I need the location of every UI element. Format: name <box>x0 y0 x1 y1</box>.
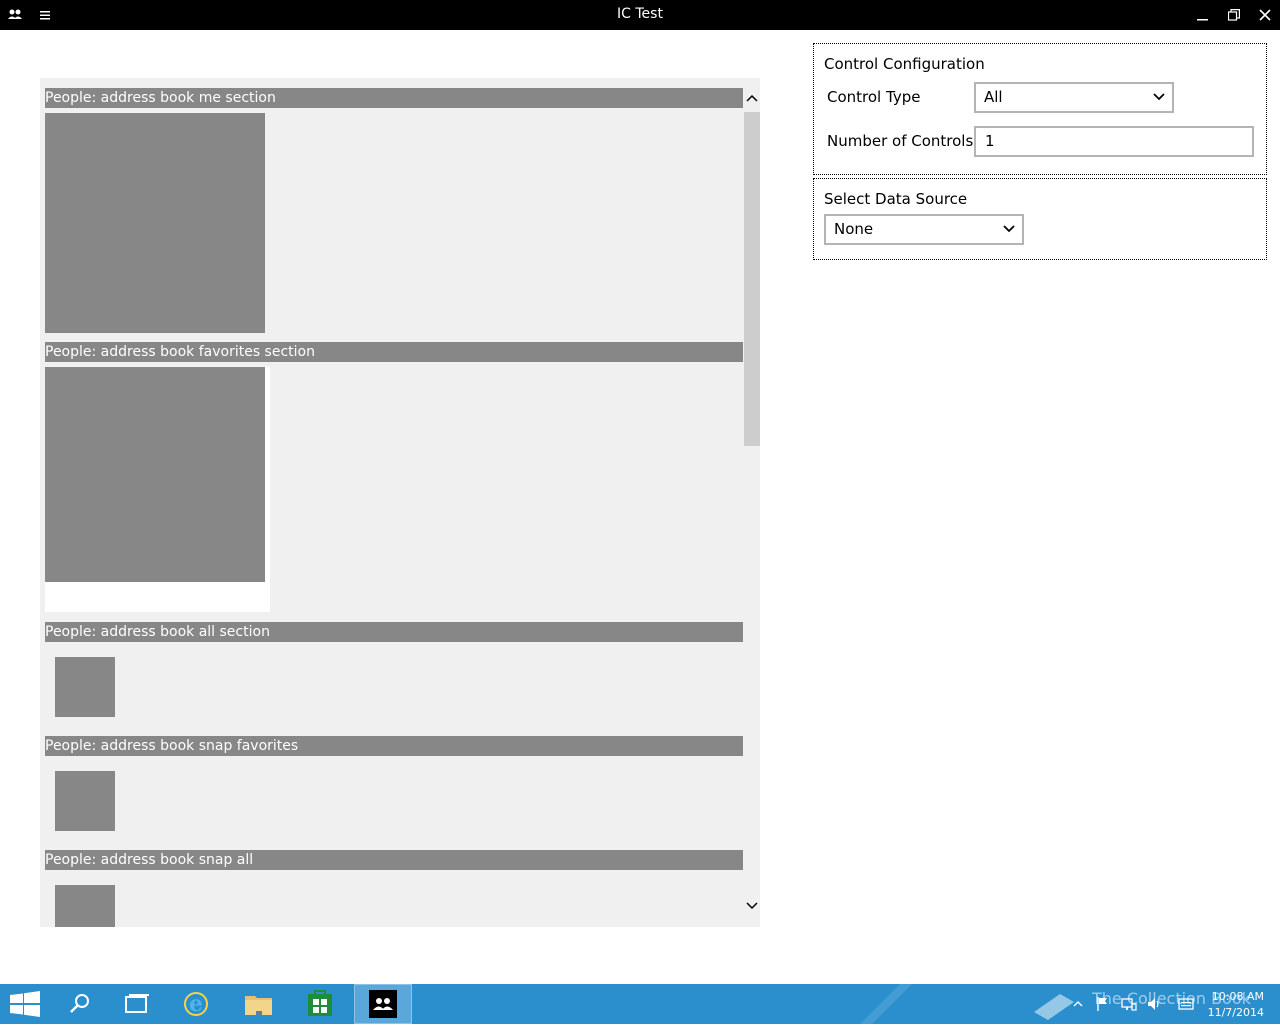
number-of-controls-input[interactable]: 1 <box>974 126 1254 157</box>
section-header-favorites: People: address book favorites section <box>45 342 743 362</box>
start-button[interactable] <box>0 984 56 1024</box>
people-app-taskbar-button[interactable] <box>354 984 412 1024</box>
section-header-label: People: address book snap all <box>45 852 254 868</box>
panel-title: Control Configuration <box>824 55 985 73</box>
section-header-label: People: address book snap favorites <box>45 738 299 754</box>
close-button[interactable] <box>1253 4 1277 26</box>
clock-time[interactable]: 10:08 AM <box>1200 990 1264 1003</box>
windows-logo-icon <box>10 991 40 1017</box>
chevron-down-icon <box>1003 225 1015 233</box>
chevron-down-icon <box>1153 93 1165 101</box>
minimize-button[interactable] <box>1191 4 1215 26</box>
tray-expand-icon[interactable] <box>1072 1000 1084 1008</box>
data-source-value: None <box>834 220 874 238</box>
internet-explorer-button[interactable]: e <box>168 984 224 1024</box>
number-of-controls-value: 1 <box>985 132 995 150</box>
contact-tile[interactable] <box>45 367 265 582</box>
network-icon[interactable] <box>1120 996 1138 1012</box>
people-app-icon <box>369 990 397 1018</box>
section-header-snap-favorites: People: address book snap favorites <box>45 736 754 756</box>
taskbar: e The Collection Book 10:08 AM 11/7/2014 <box>0 984 1280 1024</box>
window-title: IC Test <box>617 6 663 22</box>
panel-title: Select Data Source <box>824 190 968 208</box>
section-header-me: People: address book me section <box>45 88 743 108</box>
close-icon <box>1259 9 1271 21</box>
section-header-label: People: address book me section <box>45 90 276 106</box>
control-type-label: Control Type <box>827 88 921 106</box>
contact-tile[interactable] <box>55 771 115 831</box>
data-source-panel: Select Data Source None <box>813 178 1267 260</box>
control-configuration-panel: Control Configuration Control Type All N… <box>813 43 1267 175</box>
action-center-flag-icon[interactable] <box>1096 996 1110 1012</box>
restore-button[interactable] <box>1222 4 1246 26</box>
task-view-button[interactable] <box>108 984 164 1024</box>
number-of-controls-label: Number of Controls <box>827 132 974 150</box>
title-bar: IC Test <box>0 0 1280 30</box>
svg-text:e: e <box>189 991 203 1017</box>
contact-tile[interactable] <box>55 657 115 717</box>
task-view-icon <box>125 994 149 1013</box>
section-header-all: People: address book all section <box>45 622 754 642</box>
search-button[interactable] <box>52 984 108 1024</box>
search-icon <box>70 994 89 1013</box>
section-header-label: People: address book all section <box>45 624 270 640</box>
taskbar-decoration <box>860 984 912 1024</box>
file-explorer-button[interactable] <box>230 984 286 1024</box>
scroll-up-arrow-icon[interactable] <box>744 91 760 107</box>
contact-tile[interactable] <box>55 885 115 927</box>
control-type-dropdown[interactable]: All <box>974 82 1174 113</box>
section-header-label: People: address book favorites section <box>45 344 315 360</box>
data-source-dropdown[interactable]: None <box>824 214 1024 245</box>
minimize-icon <box>1197 19 1208 21</box>
internet-explorer-icon: e <box>184 991 208 1017</box>
store-icon <box>308 990 332 1016</box>
input-keyboard-icon[interactable] <box>1178 997 1194 1011</box>
folder-icon <box>245 996 272 1015</box>
scrollbar-thumb[interactable] <box>744 112 760 446</box>
volume-icon[interactable] <box>1146 996 1164 1012</box>
clock-date[interactable]: 11/7/2014 <box>1200 1006 1264 1019</box>
scroll-down-arrow-icon[interactable] <box>744 897 760 913</box>
restore-icon <box>1227 9 1240 21</box>
store-button[interactable] <box>292 984 348 1024</box>
people-controls-viewer[interactable]: People: address book me section People: … <box>40 78 760 927</box>
section-header-snap-all: People: address book snap all <box>45 850 754 870</box>
contact-tile[interactable] <box>45 113 265 333</box>
control-type-value: All <box>984 88 1003 106</box>
